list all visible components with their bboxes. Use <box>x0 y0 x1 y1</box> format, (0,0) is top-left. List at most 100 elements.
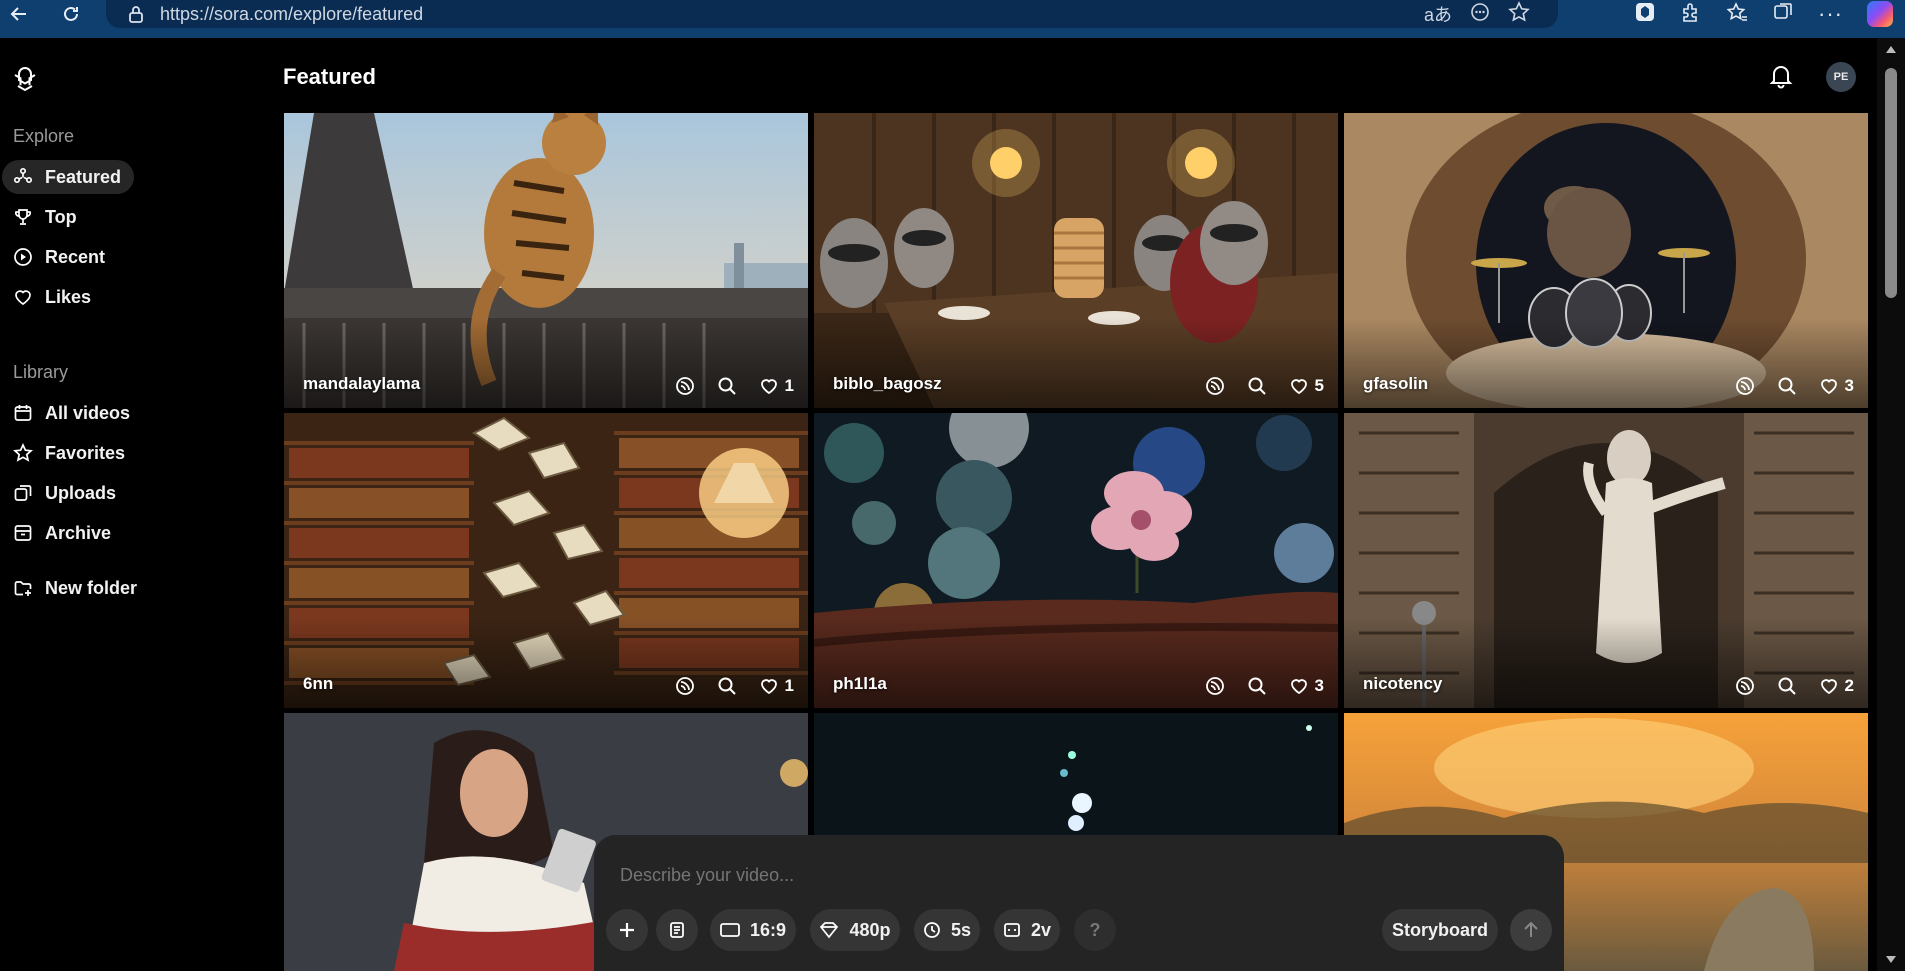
duration-button[interactable]: 5s <box>914 909 980 951</box>
video-card[interactable]: biblo_bagosz 5 <box>814 113 1338 408</box>
help-button[interactable]: ? <box>1074 909 1116 951</box>
sidebar-item-uploads[interactable]: Uploads <box>2 476 134 510</box>
remix-icon[interactable] <box>1735 676 1755 696</box>
openai-logo-icon[interactable] <box>10 64 40 94</box>
video-card[interactable]: ph1l1a 3 <box>814 413 1338 708</box>
like-button[interactable]: 3 <box>1289 676 1324 696</box>
resolution-button[interactable]: 480p <box>810 909 900 951</box>
heart-icon <box>1820 679 1837 695</box>
video-card[interactable]: gfasolin 3 <box>1344 113 1868 408</box>
remix-icon[interactable] <box>1205 376 1225 396</box>
aspect-ratio-icon <box>720 923 740 937</box>
remix-icon[interactable] <box>1735 376 1755 396</box>
card-actions: 1 <box>675 676 794 696</box>
sidebar-item-likes[interactable]: Likes <box>2 280 134 314</box>
resolution-value: 480p <box>849 919 891 940</box>
like-button[interactable]: 2 <box>1819 676 1854 696</box>
search-icon[interactable] <box>717 676 737 696</box>
clock-icon <box>924 922 940 938</box>
sidebar-item-all-videos[interactable]: All videos <box>2 396 134 430</box>
copilot-icon[interactable] <box>1867 1 1893 27</box>
like-count: 3 <box>1314 676 1324 695</box>
video-author[interactable]: nicotency <box>1363 674 1442 694</box>
address-bar[interactable]: https://sora.com/explore/featured aあ <box>106 0 1558 28</box>
sidebar-item-archive[interactable]: Archive <box>2 516 134 550</box>
like-button[interactable]: 1 <box>759 676 794 696</box>
scroll-down-icon[interactable] <box>1886 956 1896 963</box>
sidebar-item-top[interactable]: Top <box>2 200 134 234</box>
sidebar: Explore Featured Top Recent Likes Librar… <box>0 38 280 971</box>
url-text[interactable]: https://sora.com/explore/featured <box>160 4 423 25</box>
like-count: 1 <box>784 676 794 695</box>
menu-more-icon[interactable]: ··· <box>1818 1 1843 27</box>
scroll-thumb[interactable] <box>1885 68 1897 298</box>
remix-icon[interactable] <box>675 376 695 396</box>
more-tools-icon[interactable] <box>1470 2 1490 27</box>
search-icon[interactable] <box>1247 676 1267 696</box>
help-icon: ? <box>1089 919 1101 940</box>
video-card[interactable]: 6nn 1 <box>284 413 808 708</box>
scroll-up-icon[interactable] <box>1886 46 1896 53</box>
sidebar-item-label: All videos <box>45 402 131 423</box>
remix-icon[interactable] <box>675 676 695 696</box>
video-author[interactable]: gfasolin <box>1363 374 1428 394</box>
presets-button[interactable] <box>656 909 698 951</box>
like-button[interactable]: 1 <box>759 376 794 396</box>
variations-button[interactable]: 2v <box>994 909 1060 951</box>
search-icon[interactable] <box>717 376 737 396</box>
extensions-icon[interactable] <box>1680 1 1702 28</box>
new-folder-label: New folder <box>45 577 138 598</box>
video-author[interactable]: 6nn <box>303 674 333 694</box>
storyboard-button[interactable]: Storyboard <box>1382 909 1498 951</box>
sidebar-item-favorites[interactable]: Favorites <box>2 436 134 470</box>
add-media-button[interactable] <box>606 909 648 951</box>
aspect-ratio-button[interactable]: 16:9 <box>710 909 796 951</box>
heart-icon <box>1820 379 1837 395</box>
video-author[interactable]: ph1l1a <box>833 674 887 694</box>
new-folder-button[interactable]: New folder <box>2 571 202 605</box>
video-card[interactable]: nicotency 2 <box>1344 413 1868 708</box>
favorites-icon[interactable] <box>1726 1 1748 28</box>
calendar-icon <box>13 403 33 423</box>
featured-icon <box>13 167 33 187</box>
heart-icon <box>13 287 33 307</box>
remix-icon[interactable] <box>1205 676 1225 696</box>
avatar[interactable]: PE <box>1826 62 1856 92</box>
sidebar-item-label: Uploads <box>45 482 117 503</box>
video-card[interactable]: mandalaylama 1 <box>284 113 808 408</box>
like-button[interactable]: 5 <box>1289 376 1324 396</box>
search-icon[interactable] <box>1777 376 1797 396</box>
new-folder-icon <box>13 578 33 598</box>
back-icon[interactable] <box>0 0 38 33</box>
heart-icon <box>1290 679 1307 695</box>
upload-icon <box>13 483 33 503</box>
arrow-up-icon <box>1524 921 1538 937</box>
prompt-input[interactable] <box>620 865 1520 886</box>
sidebar-item-recent[interactable]: Recent <box>2 240 134 274</box>
bookmark-star-icon[interactable] <box>1508 0 1530 28</box>
page-scrollbar[interactable] <box>1877 38 1905 971</box>
video-author[interactable]: mandalaylama <box>303 374 420 394</box>
search-icon[interactable] <box>1247 376 1267 396</box>
video-author[interactable]: biblo_bagosz <box>833 374 942 394</box>
notifications-bell-icon[interactable] <box>1767 62 1795 90</box>
heart-icon <box>1290 379 1307 395</box>
sidebar-item-featured[interactable]: Featured <box>2 160 134 194</box>
like-button[interactable]: 3 <box>1819 376 1854 396</box>
heart-icon <box>760 379 777 395</box>
explore-heading: Explore <box>13 126 75 146</box>
extension-app-icon[interactable] <box>1634 1 1656 28</box>
like-count: 1 <box>784 376 794 395</box>
collections-icon[interactable] <box>1772 1 1794 28</box>
duration-value: 5s <box>950 919 972 940</box>
storyboard-label: Storyboard <box>1391 919 1488 940</box>
browser-toolbar: https://sora.com/explore/featured aあ ··· <box>0 0 1905 38</box>
sidebar-item-label: Featured <box>45 166 122 187</box>
trophy-icon <box>13 207 33 227</box>
sidebar-item-label: Archive <box>45 522 112 543</box>
diamond-icon <box>820 922 839 939</box>
translate-icon[interactable]: aあ <box>1424 1 1452 27</box>
search-icon[interactable] <box>1777 676 1797 696</box>
submit-button[interactable] <box>1510 909 1552 951</box>
refresh-icon[interactable] <box>52 0 90 33</box>
